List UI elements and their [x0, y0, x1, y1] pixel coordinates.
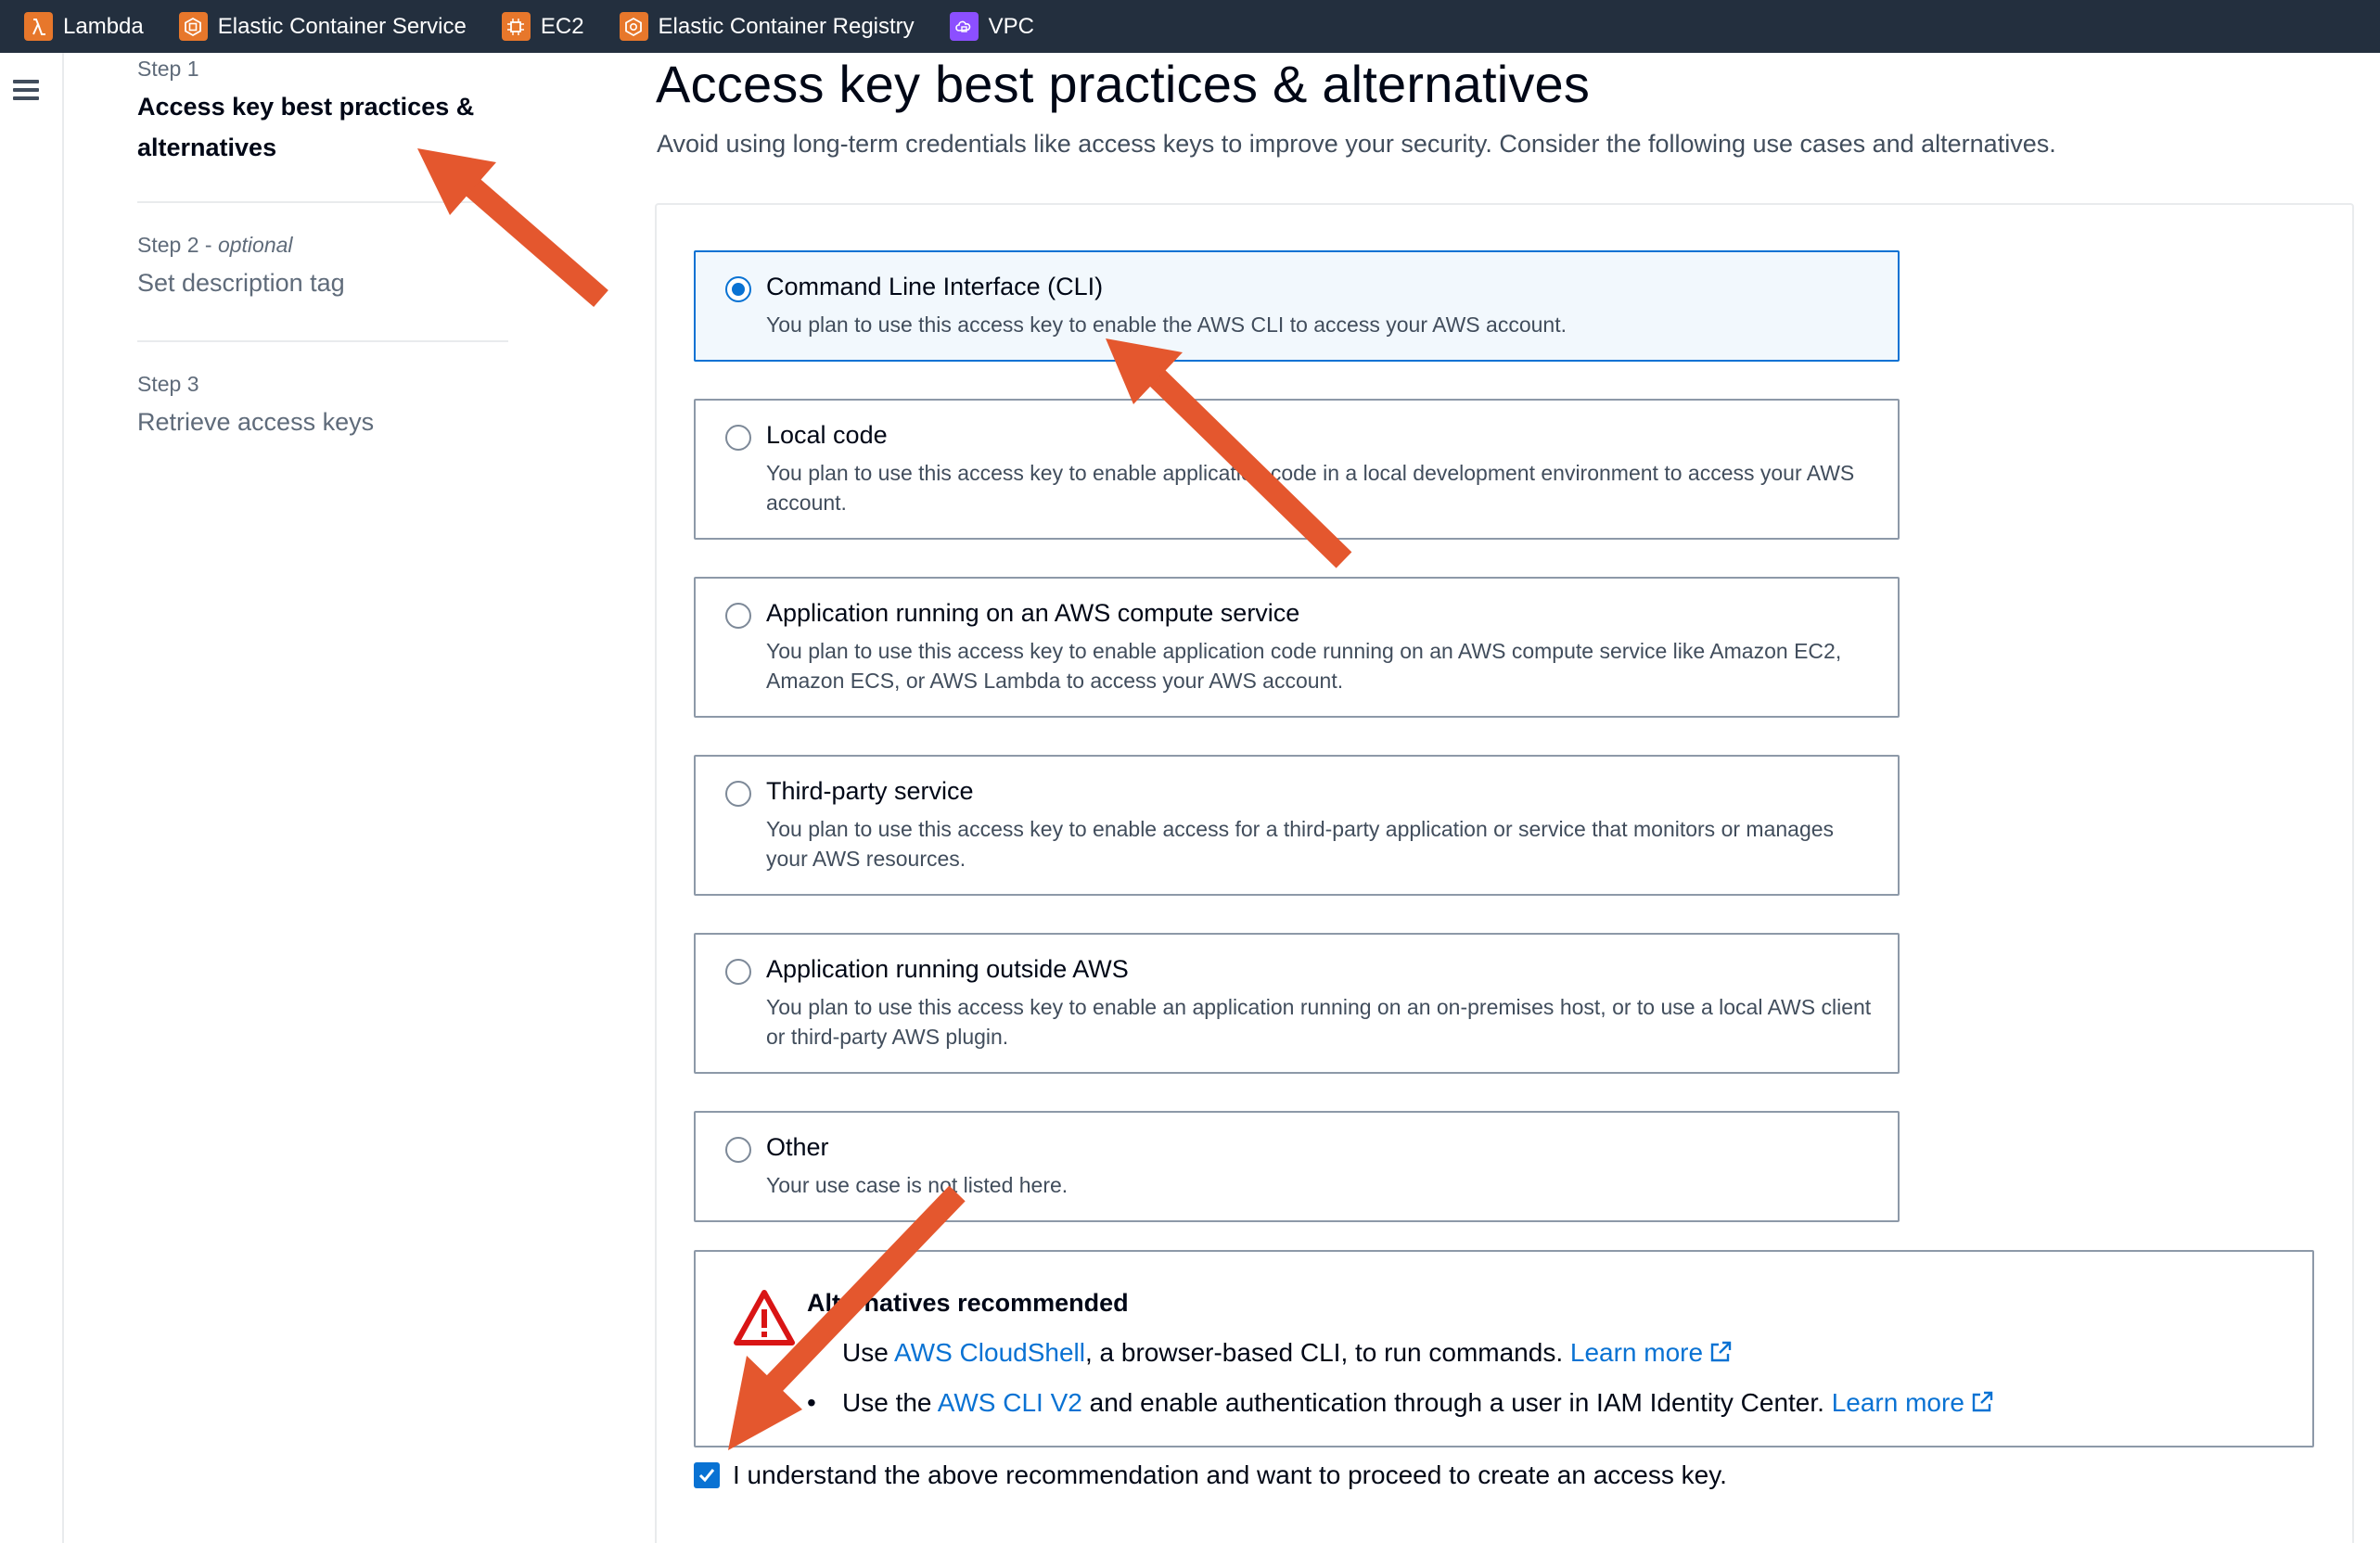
vpc-icon	[949, 12, 979, 41]
radio-button[interactable]	[725, 276, 751, 302]
use-case-option-local-code[interactable]: Local code You plan to use this access k…	[694, 399, 1900, 540]
use-case-option-aws-compute[interactable]: Application running on an AWS compute se…	[694, 577, 1900, 718]
use-case-option-other[interactable]: Other Your use case is not listed here.	[694, 1111, 1900, 1222]
favorite-label: Lambda	[63, 13, 144, 39]
step-1[interactable]: Step 1 Access key best practices & altern…	[137, 55, 508, 203]
alternatives-list: Use AWS CloudShell, a browser-based CLI,…	[807, 1328, 1994, 1428]
step-number: Step 2 - optional	[137, 233, 293, 257]
option-label: Third-party service	[766, 777, 974, 805]
step-2[interactable]: Step 2 - optional Set description tag	[137, 203, 508, 342]
list-item: Use AWS CloudShell, a browser-based CLI,…	[807, 1328, 1994, 1378]
acknowledge-label: I understand the above recommendation an…	[733, 1460, 1727, 1489]
option-description: Your use case is not listed here.	[766, 1173, 1068, 1197]
alert-title: Alternatives recommended	[807, 1289, 1129, 1317]
acknowledge-checkbox-row[interactable]: I understand the above recommendation an…	[694, 1460, 1727, 1490]
option-description: You plan to use this access key to enabl…	[766, 639, 1842, 693]
list-item: Use the AWS CLI V2 and enable authentica…	[807, 1378, 1994, 1428]
ec2-icon	[501, 12, 531, 41]
favorite-ecs[interactable]: Elastic Container Service	[178, 12, 467, 41]
favorites-bar: Lambda Elastic Container Service EC2 Ela…	[0, 0, 2380, 53]
lambda-icon	[24, 12, 53, 41]
page-title: Access key best practices & alternatives	[656, 55, 1591, 113]
step-title: Retrieve access keys	[137, 408, 375, 436]
option-label: Command Line Interface (CLI)	[766, 273, 1104, 300]
acknowledge-checkbox[interactable]	[694, 1462, 720, 1488]
learn-more-link[interactable]: Learn more	[1570, 1338, 1733, 1367]
learn-more-link[interactable]: Learn more	[1832, 1388, 1994, 1417]
warning-icon	[734, 1290, 795, 1345]
alternatives-alert: Alternatives recommended Use AWS CloudSh…	[694, 1250, 2314, 1447]
cloudshell-link[interactable]: AWS CloudShell	[894, 1338, 1085, 1367]
option-description: You plan to use this access key to enabl…	[766, 461, 1855, 515]
favorite-ec2[interactable]: EC2	[501, 12, 584, 41]
optional-label: optional	[217, 233, 293, 257]
container-registry-icon	[619, 12, 648, 41]
favorite-lambda[interactable]: Lambda	[24, 12, 144, 41]
radio-button[interactable]	[725, 959, 751, 985]
container-service-icon	[178, 12, 208, 41]
step-title: Access key best practices & alternatives	[137, 93, 475, 161]
external-link-icon	[1972, 1391, 1993, 1412]
radio-button[interactable]	[725, 603, 751, 629]
step-3[interactable]: Step 3 Retrieve access keys	[137, 342, 508, 442]
favorite-label: VPC	[988, 13, 1035, 39]
aws-cli-v2-link[interactable]: AWS CLI V2	[938, 1388, 1082, 1417]
radio-button[interactable]	[725, 1137, 751, 1163]
favorite-label: EC2	[540, 13, 584, 39]
option-description: You plan to use this access key to enabl…	[766, 995, 1872, 1049]
external-link-icon	[1710, 1341, 1732, 1362]
use-case-option-cli[interactable]: Command Line Interface (CLI) You plan to…	[694, 250, 1900, 362]
use-case-option-outside-aws[interactable]: Application running outside AWS You plan…	[694, 933, 1900, 1074]
favorite-label: Elastic Container Registry	[658, 13, 915, 39]
radio-button[interactable]	[725, 425, 751, 451]
option-label: Local code	[766, 421, 888, 449]
option-label: Other	[766, 1133, 829, 1161]
step-number: Step 1	[137, 57, 199, 81]
step-title: Set description tag	[137, 269, 345, 297]
favorite-ecr[interactable]: Elastic Container Registry	[619, 12, 915, 41]
checkmark-icon	[698, 1469, 715, 1483]
option-description: You plan to use this access key to enabl…	[766, 817, 1835, 871]
wizard-steps: Step 1 Access key best practices & altern…	[137, 53, 508, 442]
use-case-option-third-party[interactable]: Third-party service You plan to use this…	[694, 755, 1900, 896]
menu-icon[interactable]	[13, 80, 39, 102]
favorite-label: Elastic Container Service	[217, 13, 467, 39]
page-description: Avoid using long-term credentials like a…	[657, 130, 2056, 158]
favorite-vpc[interactable]: VPC	[949, 12, 1035, 41]
option-label: Application running on an AWS compute se…	[766, 599, 1300, 627]
side-navigation-rail	[0, 53, 64, 1543]
option-label: Application running outside AWS	[766, 955, 1129, 983]
radio-button[interactable]	[725, 781, 751, 807]
step-number: Step 3	[137, 372, 199, 396]
option-description: You plan to use this access key to enabl…	[766, 312, 1567, 337]
